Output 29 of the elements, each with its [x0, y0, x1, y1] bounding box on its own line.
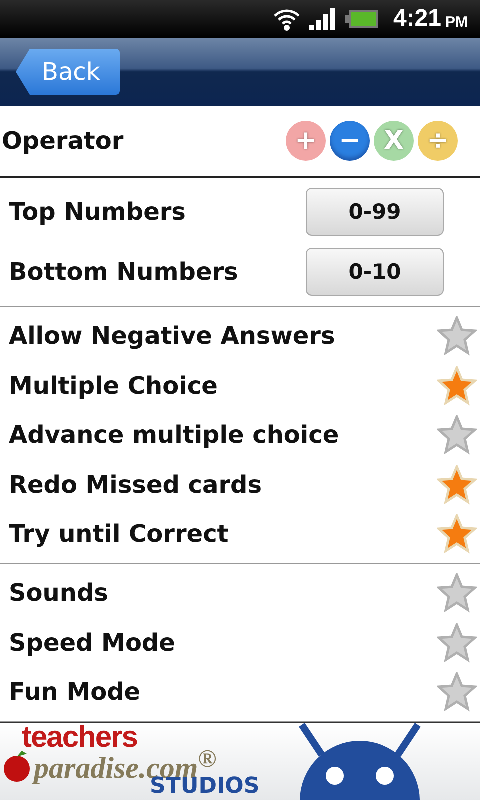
- back-button[interactable]: Back: [16, 49, 120, 95]
- status-time: 4:21: [393, 5, 442, 33]
- setting-label: Bottom Numbers: [9, 258, 238, 286]
- empty-star-icon[interactable]: [437, 573, 477, 614]
- setting-label: Speed Mode: [9, 628, 176, 657]
- setting-label: Redo Missed cards: [9, 470, 262, 499]
- filled-star-icon[interactable]: [437, 464, 477, 505]
- setting-label: Fun Mode: [9, 678, 141, 706]
- signal-icon: [309, 8, 338, 30]
- operator-label: Operator: [2, 127, 124, 156]
- empty-star-icon[interactable]: [437, 415, 477, 456]
- setting-label: Try until Correct: [9, 520, 229, 548]
- operator-button[interactable]: −: [330, 121, 370, 162]
- setting-label: Allow Negative Answers: [9, 322, 336, 350]
- wifi-icon: [273, 7, 302, 31]
- empty-star-icon[interactable]: [437, 316, 477, 356]
- empty-star-icon[interactable]: [437, 622, 477, 663]
- setting-label: Top Numbers: [9, 198, 186, 226]
- battery-icon: [345, 9, 380, 29]
- setting-label: Multiple Choice: [9, 372, 218, 400]
- range-button[interactable]: 0-99: [306, 188, 444, 236]
- setting-label: Advance multiple choice: [9, 421, 340, 450]
- empty-star-icon[interactable]: [437, 672, 477, 712]
- filled-star-icon[interactable]: [437, 366, 477, 406]
- filled-star-icon[interactable]: [437, 514, 477, 554]
- setting-label: Sounds: [9, 579, 108, 608]
- ad-brand-text: teachers: [22, 723, 138, 753]
- status-ampm: PM: [446, 14, 468, 30]
- range-button[interactable]: 0-10: [306, 248, 444, 296]
